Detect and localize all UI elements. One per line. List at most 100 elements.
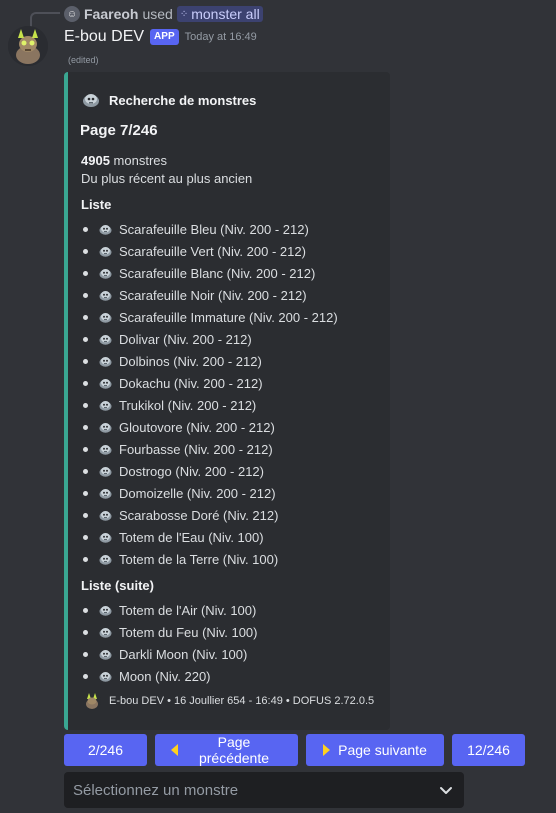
monster-name: Scarafeuille Bleu (Niv. 200 - 212) <box>119 221 309 237</box>
bot-avatar[interactable] <box>8 26 48 66</box>
list-item: Scarafeuille Vert (Niv. 200 - 212) <box>81 240 378 262</box>
monster-skull-icon <box>98 244 113 259</box>
bullet-icon <box>83 270 88 276</box>
next-page-label: Page suivante <box>338 742 427 758</box>
monster-skull-icon <box>98 398 113 413</box>
bullet-icon <box>83 358 88 364</box>
last-page-label: 12/246 <box>467 742 510 758</box>
monster-skull-icon <box>98 464 113 479</box>
monster-skull-icon <box>98 354 113 369</box>
list-item: Domoizelle (Niv. 200 - 212) <box>81 482 378 504</box>
monster-skull-icon <box>98 288 113 303</box>
monster-skull-icon <box>98 647 113 662</box>
arrow-right-icon <box>323 744 331 756</box>
monster-name: Scarafeuille Noir (Niv. 200 - 212) <box>119 287 307 303</box>
monster-skull-icon <box>98 508 113 523</box>
message-timestamp[interactable]: Today at 16:49 <box>185 31 257 43</box>
monster-skull-icon <box>98 266 113 281</box>
previous-page-label: Page précédente <box>198 734 270 766</box>
bullet-icon <box>83 490 88 496</box>
field-list-continued-title: Liste (suite) <box>81 578 154 593</box>
field-list-title: Liste <box>81 197 112 212</box>
monster-skull-icon <box>98 625 113 640</box>
bullet-icon <box>83 512 88 518</box>
next-page-button[interactable]: Page suivante <box>306 734 444 766</box>
monster-select[interactable]: Sélectionnez un monstre <box>64 772 464 808</box>
bullet-icon <box>83 468 88 474</box>
embed-title: Page 7/246 <box>80 122 158 139</box>
list-item: Scarabosse Doré (Niv. 212) <box>81 504 378 526</box>
list-item: Gloutovore (Niv. 200 - 212) <box>81 416 378 438</box>
command-mention[interactable]: ⁘ monster all <box>176 6 263 22</box>
embed-author: Recherche de monstres <box>81 88 378 112</box>
list-item: Scarafeuille Bleu (Niv. 200 - 212) <box>81 218 378 240</box>
reply-connector <box>30 12 60 28</box>
list-item: Moon (Niv. 220) <box>81 665 378 687</box>
list-item: Dokachu (Niv. 200 - 212) <box>81 372 378 394</box>
monster-skull-icon <box>98 442 113 457</box>
message-header: E-bou DEV APP Today at 16:49 <box>64 28 257 46</box>
last-page-button[interactable]: 12/246 <box>452 734 525 766</box>
list-item: Scarafeuille Noir (Niv. 200 - 212) <box>81 284 378 306</box>
first-page-button[interactable]: 2/246 <box>64 734 147 766</box>
monster-list-continued: Totem de l'Air (Niv. 100) Totem du Feu (N… <box>81 599 378 687</box>
bullet-icon <box>83 424 88 430</box>
monster-name: Darkli Moon (Niv. 100) <box>119 646 248 662</box>
arrow-left-icon <box>171 744 178 756</box>
monster-name: Scarafeuille Immature (Niv. 200 - 212) <box>119 309 338 325</box>
monster-name: Scarafeuille Blanc (Niv. 200 - 212) <box>119 265 316 281</box>
monster-skull-icon <box>98 603 113 618</box>
edited-label: (edited) <box>68 55 99 65</box>
list-item: Trukikol (Niv. 200 - 212) <box>81 394 378 416</box>
monster-skull-icon <box>98 332 113 347</box>
bullet-icon <box>83 651 88 657</box>
monster-skull-icon <box>98 552 113 567</box>
list-item: Dolbinos (Niv. 200 - 212) <box>81 350 378 372</box>
chevron-down-icon <box>440 787 452 794</box>
bullet-icon <box>83 292 88 298</box>
monster-list: Scarafeuille Bleu (Niv. 200 - 212) Scaraf… <box>81 218 378 570</box>
bullet-icon <box>83 629 88 635</box>
embed-footer: E-bou DEV • 16 Joullier 654 - 16:49 • DO… <box>83 692 374 710</box>
list-item: Totem du Feu (Niv. 100) <box>81 621 378 643</box>
bullet-icon <box>83 314 88 320</box>
bullet-icon <box>83 556 88 562</box>
reply-avatar[interactable]: ☺ <box>64 6 80 22</box>
list-item: Totem de l'Air (Niv. 100) <box>81 599 378 621</box>
monster-count-number: 4905 <box>81 153 110 168</box>
list-item: Scarafeuille Immature (Niv. 200 - 212) <box>81 306 378 328</box>
reply-username[interactable]: Faareoh <box>84 6 138 22</box>
monster-name: Scarafeuille Vert (Niv. 200 - 212) <box>119 243 306 259</box>
bullet-icon <box>83 248 88 254</box>
monster-count-label: monstres <box>113 153 168 168</box>
monster-skull-icon <box>98 376 113 391</box>
monster-skull-icon <box>98 530 113 545</box>
bullet-icon <box>83 226 88 232</box>
command-name: monster all <box>191 6 260 22</box>
bot-avatar-icon <box>8 26 48 66</box>
footer-text: E-bou DEV • 16 Joullier 654 - 16:49 • DO… <box>109 695 375 707</box>
bot-username[interactable]: E-bou DEV <box>64 28 144 46</box>
slash-command-icon: ⁘ <box>179 8 189 20</box>
monster-name: Trukikol (Niv. 200 - 212) <box>119 397 257 413</box>
reply-header: ☺ Faareoh used ⁘ monster all <box>64 5 263 23</box>
monster-name: Dolbinos (Niv. 200 - 212) <box>119 353 262 369</box>
bullet-icon <box>83 380 88 386</box>
monster-name: Totem du Feu (Niv. 100) <box>119 624 258 640</box>
bullet-icon <box>83 446 88 452</box>
previous-page-button[interactable]: Page précédente <box>155 734 298 766</box>
monster-name: Totem de la Terre (Niv. 100) <box>119 551 279 567</box>
bullet-icon <box>83 673 88 679</box>
monster-skull-icon <box>98 486 113 501</box>
bullet-icon <box>83 402 88 408</box>
monster-name: Fourbasse (Niv. 200 - 212) <box>119 441 273 457</box>
monster-skull-icon <box>98 222 113 237</box>
monster-skull-icon <box>98 310 113 325</box>
sort-order: Du plus récent au plus ancien <box>81 171 253 186</box>
pagination-buttons: 2/246 Page précédente Page suivante 12/2… <box>64 734 525 766</box>
list-item: Totem de l'Eau (Niv. 100) <box>81 526 378 548</box>
monster-search-embed: Recherche de monstres Page 7/246 4905 mo… <box>64 72 390 730</box>
list-item: Dostrogo (Niv. 200 - 212) <box>81 460 378 482</box>
monster-skull-icon <box>98 669 113 684</box>
monster-skull-icon <box>81 90 101 110</box>
